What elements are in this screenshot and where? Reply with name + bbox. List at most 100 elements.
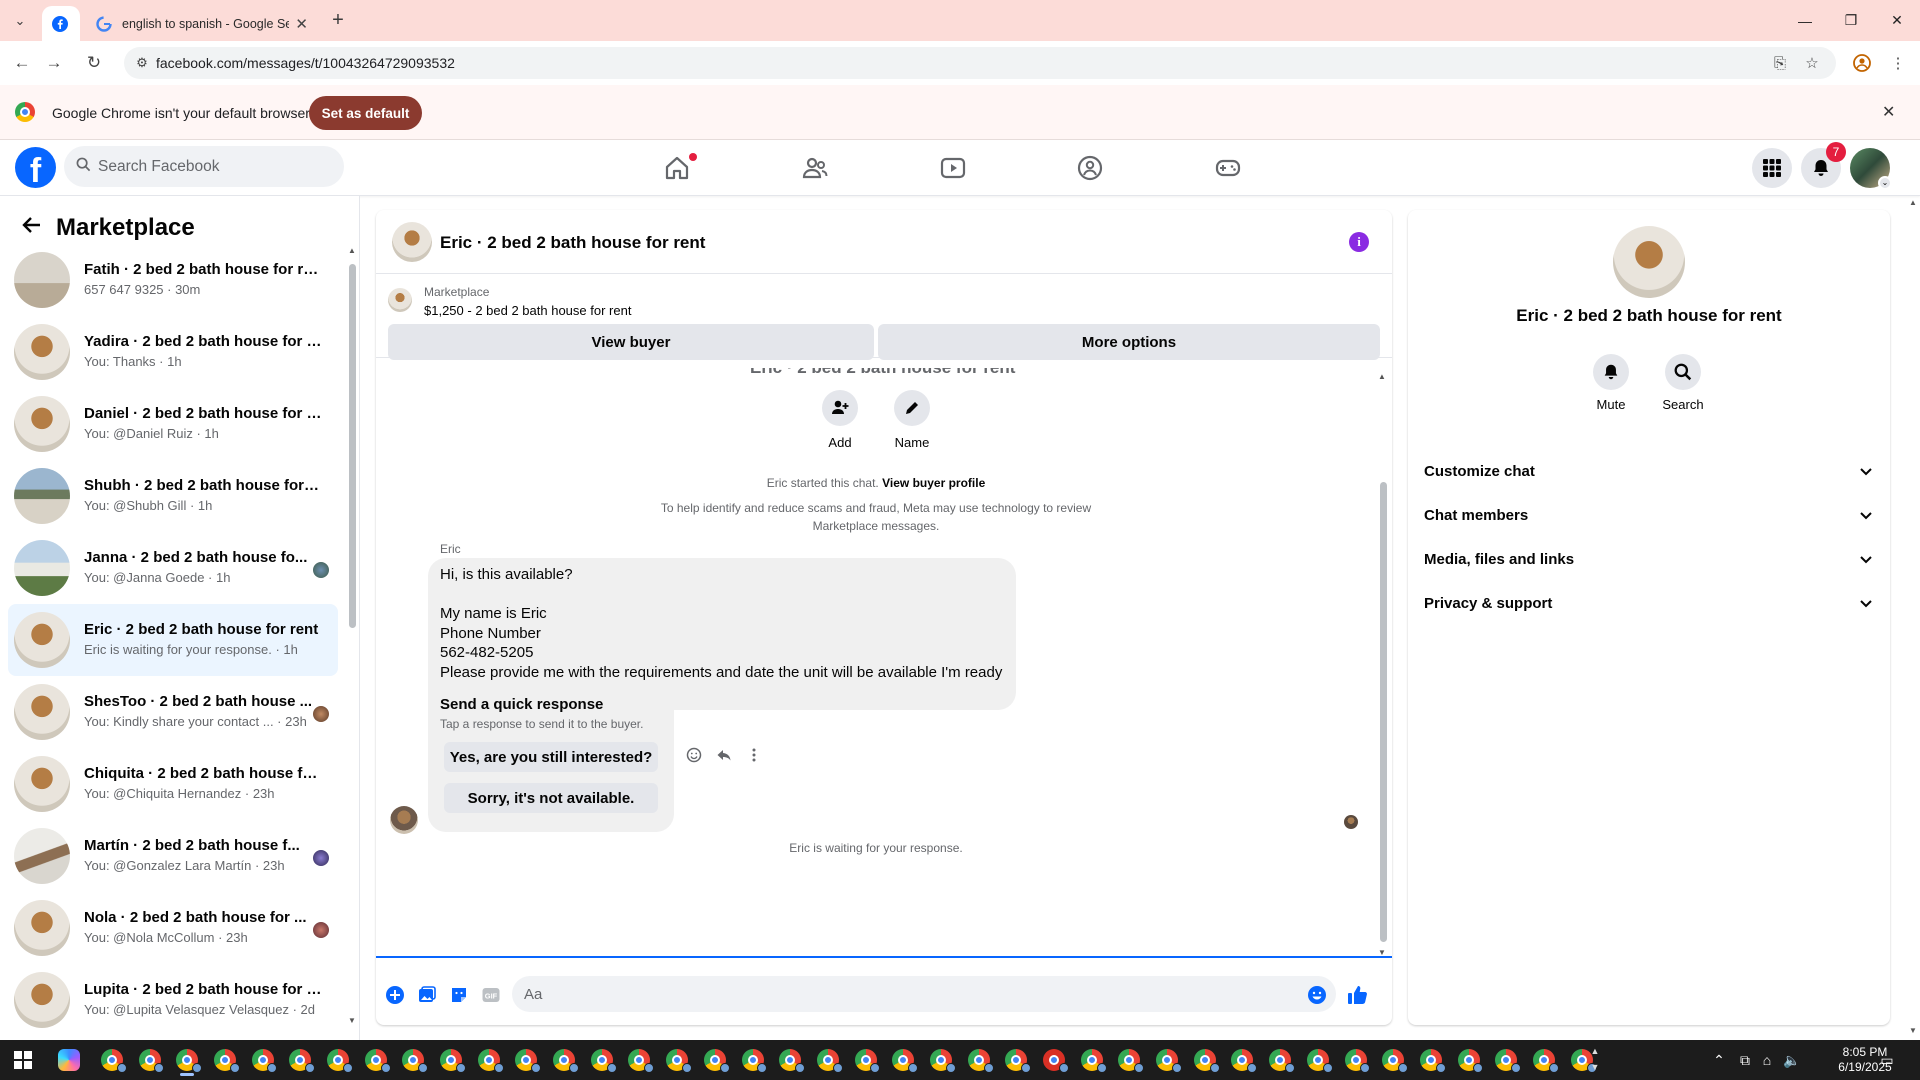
nav-groups[interactable] — [1034, 140, 1146, 196]
conversation-item-active[interactable]: Eric · 2 bed 2 bath house for rent Eric … — [8, 604, 338, 676]
more-vertical-icon[interactable] — [744, 745, 764, 765]
taskbar-chrome-window[interactable] — [1337, 1044, 1375, 1076]
reply-arrow-icon[interactable] — [714, 745, 734, 765]
taskbar-chrome-window[interactable] — [508, 1044, 546, 1076]
network-icon[interactable]: ⌂ — [1756, 1040, 1778, 1080]
taskbar-chrome-window[interactable] — [1299, 1044, 1337, 1076]
taskbar-chrome-window[interactable] — [131, 1044, 169, 1076]
taskbar-chrome-window[interactable] — [922, 1044, 960, 1076]
windows-start-icon[interactable] — [14, 1051, 32, 1069]
taskbar-chrome-window[interactable] — [734, 1044, 772, 1076]
chrome-menu-icon[interactable]: ⋮ — [1884, 49, 1912, 77]
conversation-item[interactable]: Fatih · 2 bed 2 bath house for rent 657 … — [8, 244, 338, 316]
tab-search-chevron-icon[interactable]: ⌄ — [8, 9, 32, 33]
listing-price-title[interactable]: $1,250 - 2 bed 2 bath house for rent — [424, 303, 631, 318]
account-avatar[interactable]: ⌄ — [1850, 148, 1892, 190]
sidebar-scrollbar[interactable]: ▲ ▼ — [348, 246, 356, 1026]
tray-app-icon[interactable]: ⧉ — [1734, 1040, 1756, 1080]
forward-arrow-icon[interactable]: → — [40, 49, 68, 77]
taskbar-chrome-window[interactable] — [1374, 1044, 1412, 1076]
install-app-icon[interactable]: ⎘ — [1766, 49, 1794, 77]
taskbar-chrome-window[interactable] — [1487, 1044, 1525, 1076]
view-buyer-button[interactable]: View buyer — [388, 324, 874, 360]
photo-icon[interactable] — [416, 984, 438, 1006]
menu-grid-button[interactable] — [1752, 148, 1792, 188]
taskbar-chrome-window[interactable] — [1148, 1044, 1186, 1076]
scroll-up-arrow-icon[interactable]: ▲ — [1378, 372, 1386, 381]
taskbar-chrome-window[interactable] — [1450, 1044, 1488, 1076]
taskbar-chrome-window[interactable] — [1186, 1044, 1224, 1076]
quick-response-yes-button[interactable]: Yes, are you still interested? — [444, 742, 658, 772]
media-files-links-section[interactable]: Media, files and links — [1424, 539, 1874, 579]
facebook-search[interactable] — [64, 146, 344, 187]
scroll-down-arrow-icon[interactable]: ▼ — [1909, 1026, 1917, 1035]
taskbar-chrome-window[interactable] — [432, 1044, 470, 1076]
taskbar-chrome-window[interactable] — [206, 1044, 244, 1076]
taskbar-chrome-window[interactable] — [1412, 1044, 1450, 1076]
taskbar-chrome-window[interactable] — [168, 1044, 206, 1076]
taskbar-chrome-window[interactable] — [884, 1044, 922, 1076]
bookmark-star-icon[interactable]: ☆ — [1798, 49, 1826, 77]
taskbar-chrome-window[interactable] — [998, 1044, 1036, 1076]
message-input[interactable] — [524, 976, 1284, 1012]
taskbar-chrome-window[interactable] — [281, 1044, 319, 1076]
taskbar-chrome-window[interactable] — [1111, 1044, 1149, 1076]
taskbar-chrome-window[interactable] — [771, 1044, 809, 1076]
volume-icon[interactable]: 🔈 — [1780, 1040, 1804, 1080]
privacy-support-section[interactable]: Privacy & support — [1424, 583, 1874, 623]
taskbar-chrome-window[interactable] — [545, 1044, 583, 1076]
chat-members-section[interactable]: Chat members — [1424, 495, 1874, 535]
taskbar-chrome-window[interactable] — [658, 1044, 696, 1076]
tab-facebook[interactable] — [42, 6, 80, 41]
taskbar-chrome-window[interactable] — [319, 1044, 357, 1076]
taskbar-chrome-window[interactable] — [621, 1044, 659, 1076]
gif-icon[interactable]: GIF — [480, 984, 502, 1006]
info-listing-photo[interactable] — [1613, 226, 1685, 298]
tab-google-search[interactable]: english to spanish - Google Search ✕ — [84, 6, 320, 41]
conversation-item[interactable]: Daniel · 2 bed 2 bath house for r... You… — [8, 388, 338, 460]
customize-chat-section[interactable]: Customize chat — [1424, 451, 1874, 491]
nav-video[interactable] — [897, 140, 1009, 196]
conversation-item[interactable]: Janna · 2 bed 2 bath house fo... You: @J… — [8, 532, 338, 604]
taskbar-overflow-arrows[interactable]: ▲ ▼ — [1588, 1043, 1602, 1077]
site-info-icon[interactable]: ⚙ — [132, 53, 152, 73]
chat-title[interactable]: Eric · 2 bed 2 bath house for rent — [440, 233, 705, 253]
taskbar-chrome-window[interactable] — [696, 1044, 734, 1076]
conversation-item[interactable]: ShesToo · 2 bed 2 bath house ... You: Ki… — [8, 676, 338, 748]
more-options-button[interactable]: More options — [878, 324, 1380, 360]
back-arrow-icon[interactable] — [14, 210, 50, 246]
tray-chevron-icon[interactable]: ⌃ — [1708, 1040, 1730, 1080]
profile-icon[interactable] — [1848, 49, 1876, 77]
back-arrow-icon[interactable]: ← — [8, 49, 36, 77]
nav-home[interactable] — [621, 140, 733, 196]
conversation-item[interactable]: Lupita · 2 bed 2 bath house for r... You… — [8, 964, 338, 1036]
taskbar-chrome-window[interactable] — [1035, 1044, 1073, 1076]
scroll-down-arrow-icon[interactable]: ▼ — [1378, 948, 1386, 956]
plus-circle-icon[interactable] — [384, 984, 406, 1006]
taskbar-chrome-window[interactable] — [960, 1044, 998, 1076]
set-as-default-button[interactable]: Set as default — [309, 96, 422, 130]
notification-center-icon[interactable]: ▭ — [1872, 1040, 1902, 1080]
thumbs-up-icon[interactable] — [1346, 984, 1368, 1006]
window-close-icon[interactable]: ✕ — [1874, 0, 1920, 41]
copilot-icon[interactable] — [58, 1049, 80, 1071]
taskbar-chrome-window[interactable] — [1525, 1044, 1563, 1076]
scrollbar-thumb[interactable] — [1380, 482, 1387, 942]
conversation-item[interactable]: Yadira · 2 bed 2 bath house for r... You… — [8, 316, 338, 388]
new-tab-plus-icon[interactable]: + — [326, 9, 350, 33]
taskbar-chrome-window[interactable] — [395, 1044, 433, 1076]
chat-listing-thumbnail[interactable] — [392, 222, 432, 262]
tab-close-icon[interactable]: ✕ — [295, 15, 308, 33]
taskbar-chrome-window[interactable] — [470, 1044, 508, 1076]
url-text[interactable]: facebook.com/messages/t/1004326472909353… — [156, 55, 455, 71]
restore-icon[interactable]: ❐ — [1828, 0, 1874, 41]
emoji-icon[interactable] — [1306, 984, 1328, 1006]
conversation-item[interactable]: Nola · 2 bed 2 bath house for ... You: @… — [8, 892, 338, 964]
info-icon[interactable]: i — [1349, 232, 1369, 252]
taskbar-chrome-window[interactable] — [1224, 1044, 1262, 1076]
conversation-item[interactable]: Martín · 2 bed 2 bath house f... You: @G… — [8, 820, 338, 892]
view-buyer-profile-link[interactable]: View buyer profile — [882, 476, 985, 490]
page-scrollbar[interactable]: ▲ ▼ — [1906, 196, 1920, 1040]
conversation-item[interactable]: Chiquita · 2 bed 2 bath house fo... You:… — [8, 748, 338, 820]
taskbar-chrome-window[interactable] — [1073, 1044, 1111, 1076]
